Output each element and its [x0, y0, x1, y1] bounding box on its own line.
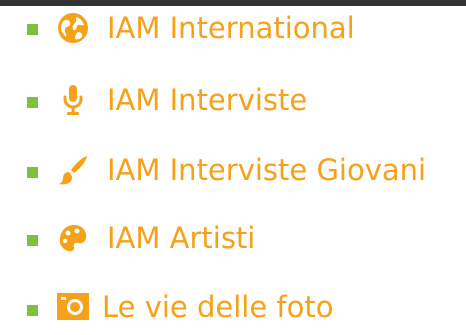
list-bullet: [27, 305, 38, 316]
camera-icon: [56, 290, 90, 324]
menu-item-label: IAM Interviste Giovani: [107, 153, 427, 187]
menu-item-iam-interviste[interactable]: IAM Interviste: [0, 75, 466, 125]
menu-item-iam-international[interactable]: IAM International: [0, 2, 466, 52]
menu-item-label: Le vie delle foto: [102, 290, 334, 324]
palette-icon: [56, 221, 90, 255]
menu-item-label: IAM Interviste: [107, 83, 308, 117]
list-bullet: [27, 167, 38, 178]
menu-item-iam-interviste-giovani[interactable]: IAM Interviste Giovani: [0, 147, 466, 197]
globe-icon: [56, 11, 90, 45]
menu-item-le-vie-delle-foto[interactable]: Le vie delle foto: [0, 285, 466, 335]
menu-item-label: IAM Artisti: [107, 221, 256, 255]
paintbrush-icon: [56, 153, 90, 187]
menu-item-label: IAM International: [107, 11, 355, 45]
microphone-icon: [56, 83, 90, 117]
list-bullet: [27, 24, 38, 35]
menu-item-iam-artisti[interactable]: IAM Artisti: [0, 215, 466, 265]
list-bullet: [27, 235, 38, 246]
list-bullet: [27, 97, 38, 108]
